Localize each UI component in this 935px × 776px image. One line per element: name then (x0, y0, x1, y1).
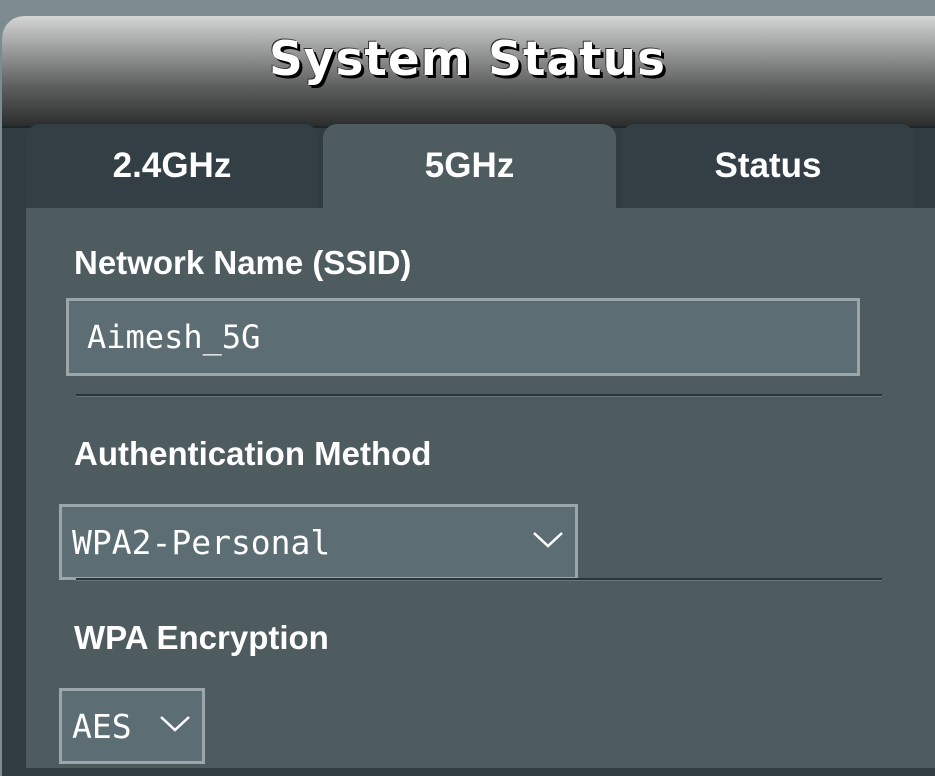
auth-method-select[interactable]: WPA2-Personal (59, 504, 578, 580)
wireless-settings-form: Network Name (SSID) Aimesh_5G Authentica… (26, 208, 935, 768)
ssid-label: Network Name (SSID) (74, 244, 412, 281)
chevron-down-icon (160, 716, 190, 732)
divider (76, 394, 882, 397)
chevron-down-icon (533, 532, 563, 548)
tab-5ghz[interactable]: 5GHz (323, 124, 616, 208)
wpa-encryption-value: AES (72, 706, 132, 746)
divider (76, 578, 882, 581)
ssid-input[interactable]: Aimesh_5G (66, 298, 860, 376)
tab-2-4ghz[interactable]: 2.4GHz (26, 124, 318, 208)
auth-method-value: WPA2-Personal (72, 522, 331, 562)
wpa-encryption-label: WPA Encryption (74, 619, 329, 656)
band-tabs: 2.4GHz 5GHz Status (0, 124, 935, 208)
auth-method-label: Authentication Method (74, 435, 432, 472)
tab-status[interactable]: Status (621, 124, 915, 208)
wpa-encryption-select[interactable]: AES (59, 688, 205, 764)
ssid-value: Aimesh_5G (87, 318, 261, 356)
panel-title: System Status (268, 32, 667, 87)
